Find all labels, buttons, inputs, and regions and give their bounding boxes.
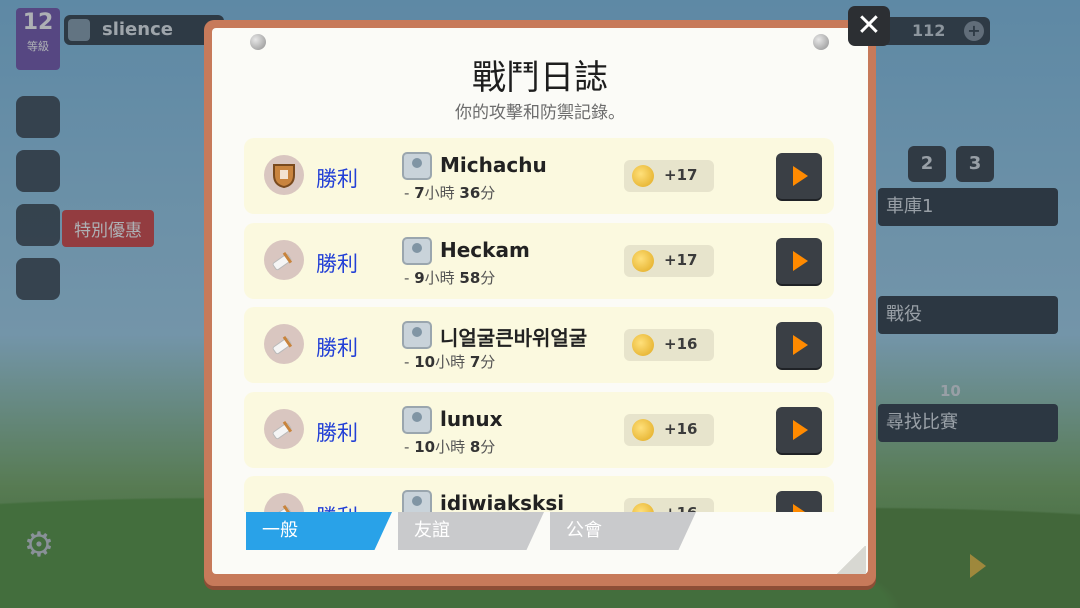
result-label: 勝利	[316, 167, 358, 191]
result-label: 勝利	[316, 336, 358, 360]
points-value: +16	[664, 504, 697, 512]
opponent-name: Heckam	[440, 238, 530, 262]
time-ago: - 7小時 36分	[404, 184, 496, 202]
tab-friendly[interactable]: 友誼	[398, 512, 544, 550]
time-ago: - 9小時 58分	[404, 269, 496, 287]
result-label: 勝利	[316, 421, 358, 445]
list-item: 勝利 lunux - 10小時 8分 +16	[244, 392, 834, 468]
points-value: +16	[664, 420, 698, 438]
replay-button[interactable]	[776, 491, 822, 512]
points-badge: +16	[624, 329, 714, 361]
time-ago: - 10小時 8分	[404, 438, 496, 456]
list-item: 勝利 idiwiaksksi +16	[244, 476, 834, 512]
opponent-name: idiwiaksksi	[440, 491, 565, 512]
points-badge: +16	[624, 498, 714, 512]
modal-subtitle: 你的攻擊和防禦記錄。	[455, 103, 625, 123]
close-button[interactable]: ✕	[848, 6, 890, 46]
points-badge: +16	[624, 414, 714, 446]
points-badge: +17	[624, 245, 714, 277]
avatar	[402, 490, 432, 512]
time-ago: - 10小時 7分	[404, 353, 496, 371]
medal-icon	[632, 419, 654, 441]
opponent-name: 니얼굴큰바위얼굴	[440, 326, 588, 350]
modal-title: 戰鬥日誌	[472, 58, 608, 98]
medal-icon	[632, 334, 654, 356]
replay-button[interactable]	[776, 153, 822, 199]
sword-icon	[264, 409, 304, 449]
points-badge: +17	[624, 160, 714, 192]
pin-icon	[813, 34, 829, 50]
opponent-name: lunux	[440, 407, 503, 431]
avatar	[402, 321, 432, 349]
avatar	[402, 152, 432, 180]
list-item: 勝利 니얼굴큰바위얼굴 - 10小時 7分 +16	[244, 307, 834, 383]
tab-guild[interactable]: 公會	[550, 512, 696, 550]
medal-icon	[632, 503, 654, 512]
points-value: +16	[664, 335, 698, 353]
result-label: 勝利	[316, 501, 358, 512]
points-value: +17	[664, 251, 698, 269]
list-item: 勝利 Michachu - 7小時 36分 +17	[244, 138, 834, 214]
points-value: +17	[664, 166, 698, 184]
replay-button[interactable]	[776, 238, 822, 284]
replay-button[interactable]	[776, 322, 822, 368]
replay-button[interactable]	[776, 407, 822, 453]
sword-icon	[264, 240, 304, 280]
medal-icon	[632, 165, 654, 187]
pin-icon	[250, 34, 266, 50]
battle-log-list[interactable]: 勝利 Michachu - 7小時 36分 +17 勝利 Heckam - 9小…	[244, 138, 838, 512]
opponent-name: Michachu	[440, 153, 547, 177]
sword-icon	[264, 493, 304, 512]
sword-icon	[264, 324, 304, 364]
avatar	[402, 237, 432, 265]
result-label: 勝利	[316, 252, 358, 276]
page-curl	[836, 546, 866, 574]
list-item: 勝利 Heckam - 9小時 58分 +17	[244, 223, 834, 299]
avatar	[402, 406, 432, 434]
medal-icon	[632, 250, 654, 272]
tab-general[interactable]: 一般	[246, 512, 392, 550]
shield-icon	[264, 155, 304, 195]
